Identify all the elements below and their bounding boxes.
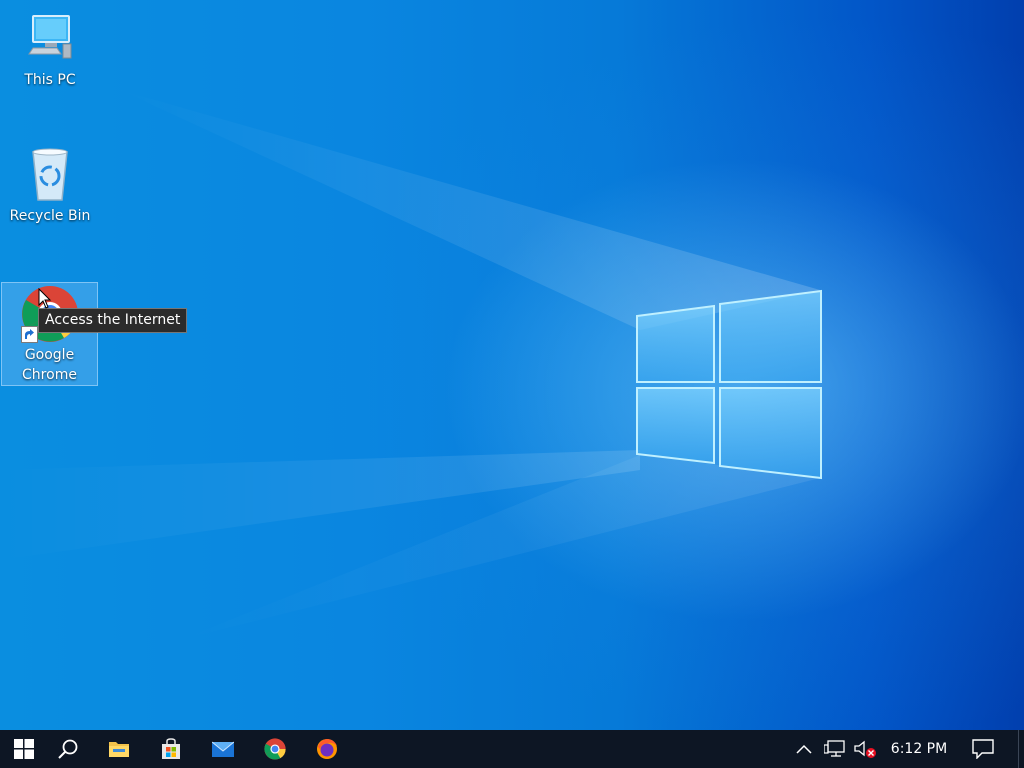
desktop-icon-this-pc[interactable]: This PC (4, 10, 96, 90)
this-pc-label: This PC (24, 72, 76, 88)
start-icon (14, 739, 34, 759)
firefox-icon (317, 739, 337, 759)
shortcut-arrow-icon (20, 326, 38, 343)
recycle-bin-icon (21, 146, 79, 204)
search-button[interactable] (44, 730, 92, 768)
taskbar-file-explorer[interactable] (95, 730, 143, 768)
taskbar: 6:12 PM (0, 730, 1024, 768)
action-center-button[interactable] (966, 730, 1000, 768)
network-icon (824, 740, 845, 757)
volume-button[interactable] (852, 730, 878, 768)
mail-icon (212, 741, 234, 757)
volume-muted-icon (854, 740, 876, 758)
show-hidden-icons-button[interactable] (792, 730, 816, 768)
show-desktop-button[interactable] (1018, 730, 1024, 768)
chrome-label-line2: Chrome (22, 367, 77, 383)
clock[interactable]: 6:12 PM (884, 730, 954, 768)
start-button[interactable] (0, 730, 48, 768)
network-button[interactable] (822, 730, 848, 768)
chrome-label-line1: Google (24, 347, 75, 363)
tooltip: Access the Internet (38, 308, 188, 333)
mouse-cursor-icon (38, 288, 52, 309)
microsoft-store-icon (162, 738, 180, 759)
recycle-bin-label: Recycle Bin (9, 208, 91, 224)
taskbar-mail[interactable] (199, 730, 247, 768)
windows-logo (636, 289, 822, 480)
chrome-icon (264, 738, 286, 760)
notification-icon (972, 739, 994, 759)
search-icon (58, 739, 78, 759)
taskbar-microsoft-store[interactable] (147, 730, 195, 768)
desktop-icon-recycle-bin[interactable]: Recycle Bin (4, 146, 96, 226)
this-pc-icon (21, 10, 79, 68)
file-explorer-icon (109, 742, 129, 757)
clock-time: 6:12 PM (890, 741, 948, 757)
taskbar-chrome[interactable] (251, 730, 299, 768)
chevron-up-icon (796, 744, 812, 754)
wallpaper (0, 90, 822, 640)
taskbar-firefox[interactable] (303, 730, 351, 768)
